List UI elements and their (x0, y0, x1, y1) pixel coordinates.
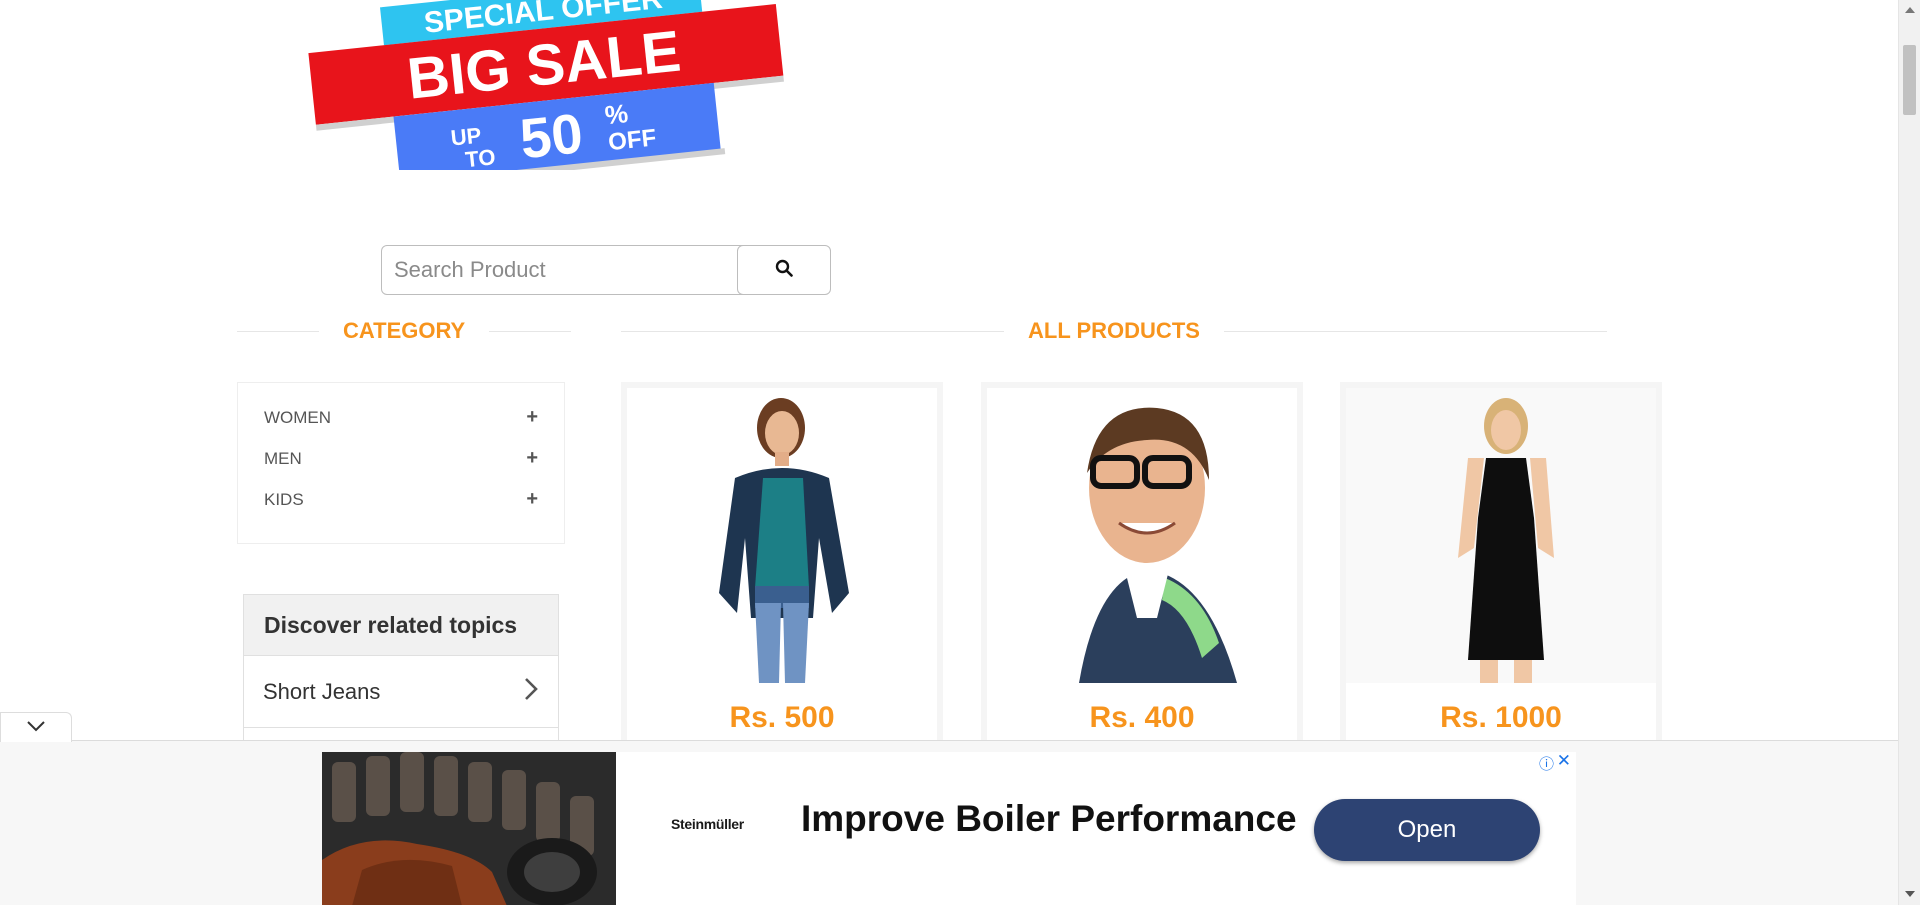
title-divider-left (621, 330, 1004, 332)
product-price: Rs. 500 (729, 701, 835, 734)
sale-banner: SPECIAL OFFER BIG SALE UP TO 50 % OFF (300, 0, 800, 188)
product-price: Rs. 400 (1089, 701, 1195, 734)
product-image (1346, 388, 1656, 683)
category-item-women[interactable]: WOMEN + (264, 397, 538, 438)
related-topic-item[interactable]: Short Jeans (244, 656, 558, 728)
ad-headline: Improve Boiler Performance (801, 798, 1297, 839)
banner-percent-value: 50 (517, 101, 586, 170)
product-card[interactable]: Rs. 1000 (1340, 382, 1662, 752)
banner-to: TO (464, 144, 497, 170)
category-list: WOMEN + MEN + KIDS + (237, 382, 565, 544)
ad-bar: Steinmüller Improve Boiler Performance O… (0, 740, 1898, 905)
scroll-up-icon[interactable] (1903, 4, 1917, 16)
category-title: CATEGORY (343, 318, 466, 343)
category-label: MEN (264, 448, 302, 468)
title-divider-right (1223, 330, 1607, 332)
ad-image (322, 752, 616, 905)
products-section-title: ALL PRODUCTS (621, 318, 1607, 344)
chevron-right-icon (524, 677, 538, 707)
product-price: Rs. 1000 (1440, 701, 1562, 734)
page-scrollbar[interactable] (1898, 0, 1920, 905)
banner-percent-sign: % (603, 98, 629, 130)
category-section-title: CATEGORY (237, 318, 572, 344)
product-card[interactable]: Rs. 400 (981, 382, 1303, 752)
search-bar (381, 245, 831, 295)
product-image (627, 388, 937, 683)
product-image (987, 388, 1297, 683)
search-icon (775, 259, 793, 282)
title-divider-left (237, 330, 319, 332)
category-label: WOMEN (264, 407, 332, 427)
banner-off: OFF (607, 124, 658, 156)
category-item-kids[interactable]: KIDS + (264, 479, 538, 520)
related-topic-label: Short Jeans (263, 678, 381, 704)
search-button[interactable] (737, 245, 831, 295)
search-input[interactable] (381, 245, 743, 295)
products-title: ALL PRODUCTS (1028, 318, 1200, 343)
ad-open-button[interactable]: Open (1314, 799, 1540, 861)
category-label: KIDS (264, 489, 304, 509)
plus-icon[interactable]: + (526, 488, 538, 511)
ad-brand-logo: Steinmüller (671, 816, 744, 832)
title-divider-right (489, 330, 572, 332)
scroll-down-icon[interactable] (1903, 888, 1917, 900)
plus-icon[interactable]: + (526, 406, 538, 429)
chevron-down-icon (26, 719, 46, 737)
ad-info-icon[interactable]: ⓘ (1539, 753, 1554, 774)
related-topics-heading: Discover related topics (244, 594, 558, 656)
plus-icon[interactable]: + (526, 447, 538, 470)
ad-close-icon[interactable]: ✕ (1557, 751, 1571, 771)
category-item-men[interactable]: MEN + (264, 438, 538, 479)
ad-collapse-tab[interactable] (0, 712, 72, 742)
product-card[interactable]: Rs. 500 (621, 382, 943, 752)
scrollbar-thumb[interactable] (1903, 45, 1916, 115)
related-topics: Discover related topics Short Jeans (243, 594, 559, 745)
ad-banner[interactable]: Steinmüller Improve Boiler Performance O… (322, 751, 1576, 905)
